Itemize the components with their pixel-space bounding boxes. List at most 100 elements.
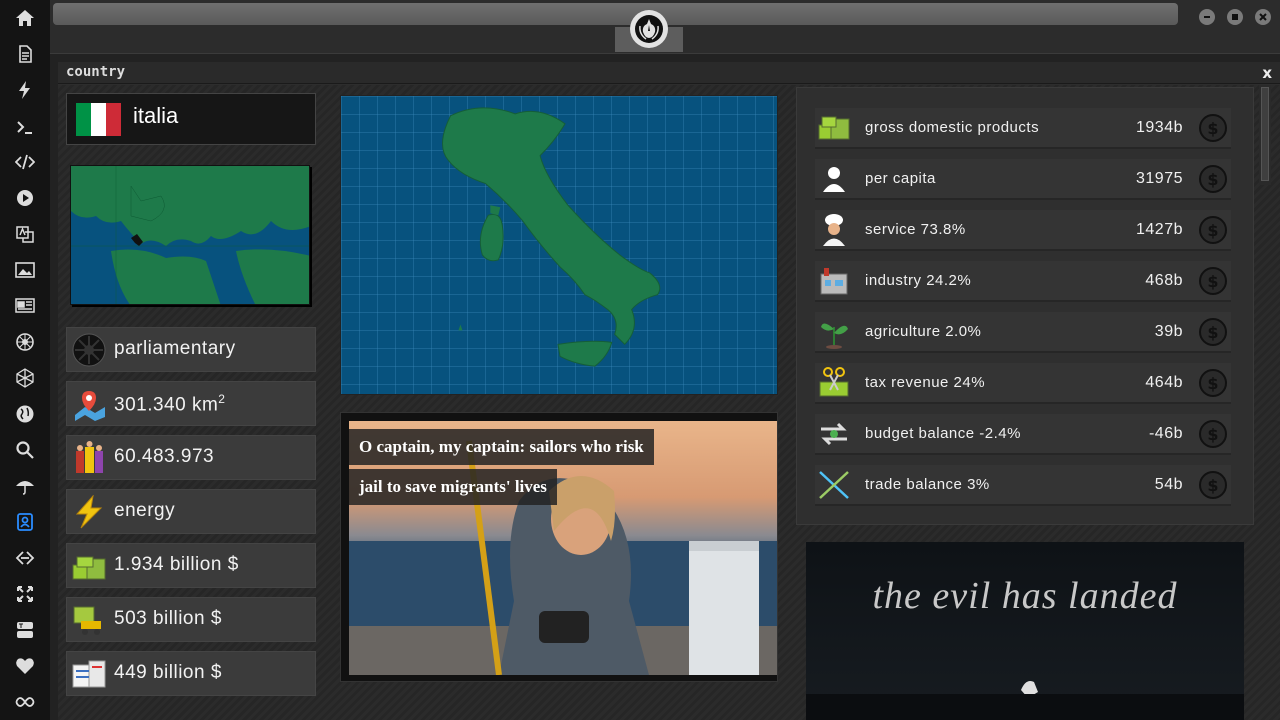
population-row: 60.483.973 bbox=[66, 435, 316, 480]
economy-row: tax revenue 24% 464b $ bbox=[815, 363, 1231, 404]
imports-row: 449 billion $ bbox=[66, 651, 316, 696]
close-window-button[interactable] bbox=[1255, 9, 1271, 25]
dollar-coin-icon[interactable]: $ bbox=[1199, 369, 1227, 397]
news-headline-line1[interactable]: O captain, my captain: sailors who risk bbox=[349, 429, 654, 465]
economy-row-label: industry 24.2% bbox=[865, 272, 972, 289]
youtube-icon[interactable] bbox=[13, 618, 37, 642]
plant-icon bbox=[815, 314, 853, 350]
dollar-coin-icon[interactable]: $ bbox=[1199, 420, 1227, 448]
economy-row-label: gross domestic products bbox=[865, 119, 1040, 136]
economy-row: industry 24.2% 468b $ bbox=[815, 261, 1231, 302]
trade-cross-icon bbox=[815, 467, 853, 503]
area-exponent: 2 bbox=[218, 392, 226, 406]
economy-row-label: tax revenue 24% bbox=[865, 374, 986, 391]
country-header: italia bbox=[66, 93, 316, 145]
government-row: parliamentary bbox=[66, 327, 316, 372]
energy-bolt-icon bbox=[70, 494, 108, 530]
scrollbar-thumb[interactable] bbox=[1261, 87, 1269, 181]
dollar-coin-icon[interactable]: $ bbox=[1199, 114, 1227, 142]
dollar-coin-icon[interactable]: $ bbox=[1199, 267, 1227, 295]
home-icon[interactable] bbox=[13, 6, 37, 30]
top-bar bbox=[50, 0, 1280, 54]
resource-value: energy bbox=[114, 500, 176, 521]
heart-icon[interactable] bbox=[13, 654, 37, 678]
image-icon[interactable] bbox=[13, 258, 37, 282]
dollar-coin-icon[interactable]: $ bbox=[1199, 318, 1227, 346]
scrollbar[interactable] bbox=[1259, 85, 1271, 185]
economy-row-value: -46b bbox=[1148, 425, 1183, 442]
network-icon[interactable] bbox=[13, 366, 37, 390]
person-icon bbox=[815, 161, 853, 197]
economy-row-value: 464b bbox=[1145, 374, 1183, 391]
globe-icon[interactable] bbox=[13, 402, 37, 426]
flag-stripe-green bbox=[76, 103, 91, 136]
translate-icon[interactable] bbox=[13, 222, 37, 246]
country-map[interactable] bbox=[340, 95, 778, 395]
bolt-icon[interactable] bbox=[13, 78, 37, 102]
economy-panel: gross domestic products 1934b $ per capita 3… bbox=[796, 87, 1254, 525]
economy-row-value: 468b bbox=[1145, 272, 1183, 289]
area-number: 301.340 km bbox=[114, 394, 219, 416]
terminal-icon[interactable] bbox=[13, 115, 37, 139]
economy-row-label: agriculture 2.0% bbox=[865, 323, 982, 340]
economy-row: per capita 31975 $ bbox=[815, 159, 1231, 200]
imports-value: 449 billion $ bbox=[114, 662, 222, 683]
news-photo[interactable]: O captain, my captain: sailors who risk … bbox=[349, 421, 777, 675]
flag-stripe-red bbox=[106, 103, 121, 136]
flag-stripe-white bbox=[91, 103, 106, 136]
chef-icon bbox=[815, 212, 853, 248]
area-row: 301.340 km2 bbox=[66, 381, 316, 426]
dollar-coin-icon[interactable]: $ bbox=[1199, 165, 1227, 193]
ad-bottom-strip bbox=[806, 694, 1244, 720]
search-icon[interactable] bbox=[13, 438, 37, 462]
play-icon[interactable] bbox=[13, 186, 37, 210]
maximize-button[interactable] bbox=[1227, 9, 1243, 25]
economy-row-label: budget balance -2.4% bbox=[865, 425, 1021, 442]
economy-row-value: 1934b bbox=[1136, 119, 1183, 136]
document-icon[interactable] bbox=[13, 42, 37, 66]
news-icon[interactable] bbox=[13, 293, 37, 317]
rebel-logo-icon[interactable] bbox=[630, 10, 668, 48]
resource-row: energy bbox=[66, 489, 316, 534]
exports-row: 503 billion $ bbox=[66, 597, 316, 642]
gdp-total-value: 1.934 billion $ bbox=[114, 554, 239, 575]
panel-header: country x bbox=[58, 62, 1280, 84]
link-icon[interactable] bbox=[13, 546, 37, 570]
gdp-row: 1.934 billion $ bbox=[66, 543, 316, 588]
map-pin-icon bbox=[70, 386, 108, 422]
advertisement-banner[interactable]: the evil has landed bbox=[806, 542, 1244, 720]
economy-row-label: service 73.8% bbox=[865, 221, 966, 238]
economy-row: gross domestic products 1934b $ bbox=[815, 108, 1231, 149]
empire-emblem-icon bbox=[70, 332, 108, 368]
factory-icon bbox=[815, 263, 853, 299]
panel-body: italia parliamentary 301.340 km2 60.483.… bbox=[58, 85, 1280, 720]
news-headline-line2[interactable]: jail to save migrants' lives bbox=[349, 469, 557, 505]
app-sidebar bbox=[0, 0, 50, 720]
economy-row: service 73.8% 1427b $ bbox=[815, 210, 1231, 251]
news-card[interactable]: O captain, my captain: sailors who risk … bbox=[340, 412, 778, 682]
address-bar[interactable] bbox=[53, 3, 1178, 25]
dollar-coin-icon[interactable]: $ bbox=[1199, 471, 1227, 499]
world-minimap[interactable] bbox=[70, 165, 310, 305]
code-icon[interactable] bbox=[13, 150, 37, 174]
shipping-boxes-icon bbox=[70, 656, 108, 692]
rebel-icon[interactable] bbox=[13, 330, 37, 354]
economy-row-label: trade balance 3% bbox=[865, 476, 990, 493]
umbrella-icon[interactable] bbox=[13, 474, 37, 498]
minimize-button[interactable] bbox=[1199, 9, 1215, 25]
government-type: parliamentary bbox=[114, 338, 236, 359]
exports-value: 503 billion $ bbox=[114, 608, 222, 629]
economy-row: agriculture 2.0% 39b $ bbox=[815, 312, 1231, 353]
economy-row-label: per capita bbox=[865, 170, 936, 187]
money-stack-icon bbox=[70, 548, 108, 584]
area-value: 301.340 km2 bbox=[114, 392, 225, 416]
economy-row: budget balance -2.4% -46b $ bbox=[815, 414, 1231, 455]
economy-row-value: 54b bbox=[1154, 476, 1183, 493]
economy-row-value: 1427b bbox=[1136, 221, 1183, 238]
money-stack-icon bbox=[815, 110, 853, 146]
expand-icon[interactable] bbox=[13, 582, 37, 606]
infinity-icon[interactable] bbox=[13, 690, 37, 714]
contact-icon[interactable] bbox=[13, 510, 37, 534]
close-icon[interactable]: x bbox=[1262, 64, 1272, 82]
dollar-coin-icon[interactable]: $ bbox=[1199, 216, 1227, 244]
